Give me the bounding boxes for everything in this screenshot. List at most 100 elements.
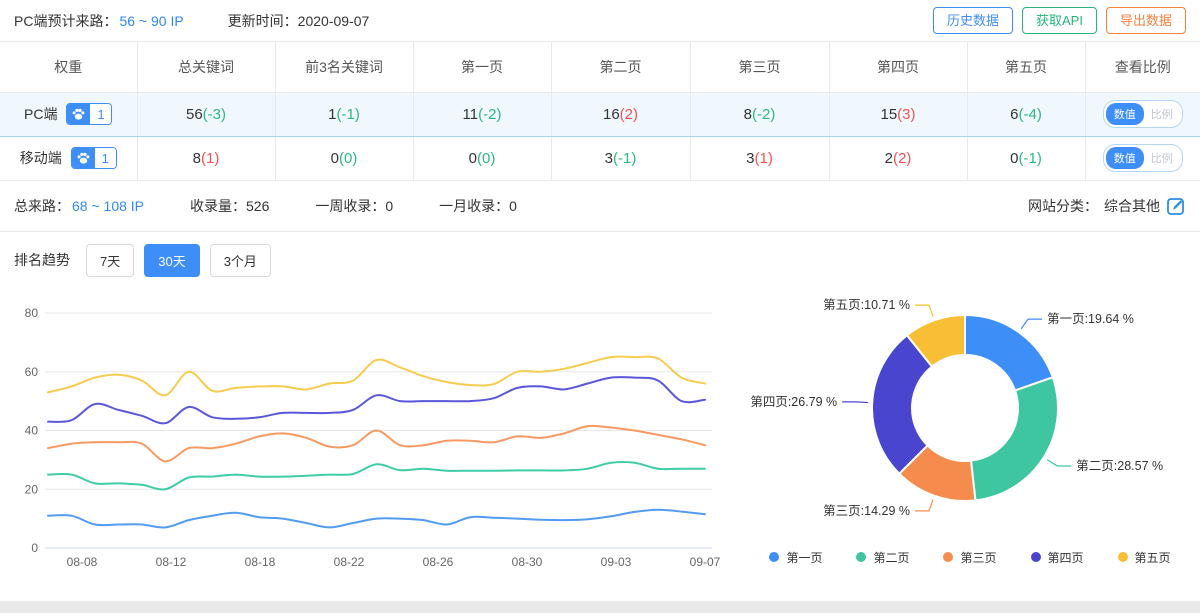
- donut-legend: 第一页 第二页 第三页 第四页 第五页: [740, 549, 1200, 566]
- value-ratio-toggle[interactable]: 数值比例: [1103, 144, 1183, 172]
- rank-count-cell: 56(-3): [137, 92, 275, 136]
- rank-delta: (3): [897, 106, 915, 123]
- footer-strip: [0, 601, 1200, 613]
- baidu-paw-icon: [67, 104, 90, 124]
- rank-delta: (1): [755, 150, 773, 167]
- trend-line-第五页: [48, 356, 705, 395]
- toggle-value-option[interactable]: 数值: [1106, 147, 1144, 169]
- rank-count-cell: 0(-1): [967, 136, 1085, 180]
- rank-count-cell: 2(2): [829, 136, 967, 180]
- rank-delta: (0): [339, 150, 357, 167]
- donut-label-line: [1021, 319, 1042, 329]
- legend-label: 第三页: [960, 549, 996, 566]
- rank-delta: (2): [620, 106, 638, 123]
- col-header-page4: 第四页: [829, 42, 967, 92]
- row-name: PC端: [24, 104, 57, 124]
- rank-count: 6: [1010, 106, 1018, 123]
- history-data-button[interactable]: 历史数据: [933, 7, 1013, 34]
- export-data-button[interactable]: 导出数据: [1106, 7, 1186, 34]
- rank-count-cell: 11(-2): [413, 92, 551, 136]
- rank-count: 1: [328, 106, 336, 123]
- total-traffic-value[interactable]: 68 ~ 108 IP: [72, 198, 144, 214]
- stats-bar: 总来路：68 ~ 108 IP 收录量：526 一周收录：0 一月收录：0 网站…: [0, 181, 1200, 232]
- col-header-top3: 前3名关键词: [275, 42, 413, 92]
- pc-traffic-label: PC端预计来路：: [14, 11, 117, 31]
- rank-delta: (-1): [337, 106, 360, 123]
- donut-slice-第二页[interactable]: [971, 377, 1058, 500]
- donut-label-line: [915, 499, 933, 510]
- rank-delta: (-4): [1019, 106, 1042, 123]
- y-axis-tick-label: 0: [31, 541, 38, 555]
- month-indexed-label: 一月收录：: [439, 198, 509, 214]
- site-category-label: 网站分类：: [1028, 196, 1098, 216]
- edit-category-icon[interactable]: [1166, 196, 1186, 216]
- rank-count: 16: [603, 106, 620, 123]
- donut-chart-wrap: 第一页:19.64 %第二页:28.57 %第三页:14.29 %第四页:26.…: [740, 289, 1200, 589]
- toggle-ratio-option[interactable]: 比例: [1144, 147, 1180, 169]
- baidu-weight-badge[interactable]: 1: [66, 103, 112, 125]
- rank-count-cell: 3(1): [690, 136, 829, 180]
- col-header-page1: 第一页: [413, 42, 551, 92]
- indexed-label: 收录量：: [190, 198, 246, 214]
- legend-item-第四页[interactable]: 第四页: [1031, 549, 1084, 566]
- rank-count-cell: 16(2): [551, 92, 690, 136]
- rank-count-cell: 8(1): [137, 136, 275, 180]
- rank-delta: (1): [201, 150, 219, 167]
- update-time-label: 更新时间：: [228, 11, 298, 31]
- tab-3-months[interactable]: 3个月: [210, 244, 271, 277]
- get-api-button[interactable]: 获取API: [1022, 7, 1097, 34]
- donut-slice-第一页[interactable]: [965, 315, 1053, 390]
- legend-label: 第二页: [873, 549, 909, 566]
- table-row: 移动端18(1)0(0)0(0)3(-1)3(1)2(2)0(-1)数值比例: [0, 136, 1200, 180]
- col-header-view-mode: 查看比例: [1085, 42, 1200, 92]
- donut-label-line: [915, 305, 933, 316]
- trend-title: 排名趋势: [14, 250, 70, 270]
- row-name: 移动端: [20, 148, 62, 168]
- toggle-ratio-option[interactable]: 比例: [1144, 103, 1180, 125]
- rank-count-cell: 6(-4): [967, 92, 1085, 136]
- tab-30-days[interactable]: 30天: [144, 244, 199, 277]
- topbar: PC端预计来路： 56 ~ 90 IP 更新时间： 2020-09-07 历史数…: [0, 0, 1200, 42]
- x-axis-tick-label: 08-08: [67, 555, 98, 569]
- legend-label: 第四页: [1048, 549, 1084, 566]
- donut-slice-label: 第一页:19.64 %: [1047, 312, 1134, 326]
- indexed-value: 526: [246, 198, 269, 214]
- col-header-page2: 第二页: [551, 42, 690, 92]
- x-axis-tick-label: 08-22: [334, 555, 365, 569]
- rank-count: 3: [746, 150, 754, 167]
- y-axis-tick-label: 20: [25, 482, 39, 496]
- trend-line-第一页: [48, 509, 705, 527]
- legend-dot: [1118, 552, 1128, 562]
- rank-count-cell: 0(0): [413, 136, 551, 180]
- rank-delta: (2): [893, 150, 911, 167]
- tab-7-days[interactable]: 7天: [86, 244, 134, 277]
- pc-traffic-value[interactable]: 56 ~ 90 IP: [119, 13, 183, 29]
- legend-item-第一页[interactable]: 第一页: [769, 549, 822, 566]
- rank-count: 0: [331, 150, 339, 167]
- week-indexed-value: 0: [385, 198, 393, 214]
- rank-count: 3: [605, 150, 613, 167]
- rank-delta: (-1): [613, 150, 636, 167]
- rank-delta: (-2): [752, 106, 775, 123]
- rank-delta: (-1): [1019, 150, 1042, 167]
- rank-count: 56: [186, 106, 203, 123]
- donut-label-line: [842, 401, 868, 402]
- baidu-weight-badge[interactable]: 1: [71, 147, 117, 169]
- legend-dot: [856, 552, 866, 562]
- toggle-value-option[interactable]: 数值: [1106, 103, 1144, 125]
- legend-item-第五页[interactable]: 第五页: [1118, 549, 1171, 566]
- donut-label-line: [1047, 459, 1071, 465]
- legend-dot: [769, 552, 779, 562]
- charts-area: 02040608008-0808-1208-1808-2208-2608-300…: [0, 289, 1200, 589]
- legend-item-第三页[interactable]: 第三页: [943, 549, 996, 566]
- x-axis-tick-label: 08-26: [423, 555, 454, 569]
- x-axis-tick-label: 08-18: [245, 555, 276, 569]
- value-ratio-toggle[interactable]: 数值比例: [1103, 100, 1183, 128]
- trend-line-第三页: [48, 425, 705, 461]
- row-name-cell: 移动端 1: [0, 147, 137, 169]
- donut-slice-label: 第五页:10.71 %: [823, 298, 910, 312]
- legend-label: 第一页: [786, 549, 822, 566]
- legend-item-第二页[interactable]: 第二页: [856, 549, 909, 566]
- line-chart: 02040608008-0808-1208-1808-2208-2608-300…: [0, 289, 740, 589]
- trend-bar: 排名趋势 7天 30天 3个月: [0, 232, 1200, 289]
